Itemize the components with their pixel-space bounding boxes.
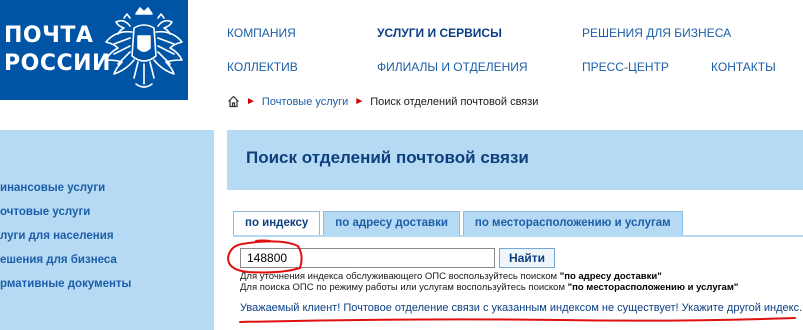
logo-line-1: ПОЧТА — [4, 23, 94, 48]
breadcrumb-current: Поиск отделений почтовой связи — [370, 95, 539, 108]
logo[interactable]: ПОЧТА РОССИИ — [0, 0, 188, 100]
sidebar-item-business[interactable]: ешения для бизнеса — [0, 254, 117, 266]
tabs-divider — [233, 235, 803, 237]
search-panel: Поиск отделений почтовой связи по индекс… — [227, 130, 803, 330]
logo-text: ПОЧТА РОССИИ — [4, 22, 111, 78]
index-input[interactable] — [240, 248, 495, 268]
breadcrumb-separator: ► — [354, 96, 365, 107]
sidebar-item-financial[interactable]: инансовые услуги — [0, 182, 105, 194]
nav-services[interactable]: УСЛУГИ И СЕРВИСЫ — [377, 26, 502, 40]
breadcrumb: ► Почтовые услуги ► Поиск отделений почт… — [227, 95, 538, 108]
nav-branches[interactable]: ФИЛИАЛЫ И ОТДЕЛЕНИЯ — [377, 60, 528, 74]
nav-company[interactable]: КОМПАНИЯ — [227, 26, 296, 40]
nav-contacts[interactable]: КОНТАКТЫ — [711, 60, 776, 74]
sidebar-item-documents[interactable]: рмативные документы — [0, 278, 131, 290]
hint-location: Для поиска ОПС по режиму работы или услу… — [240, 282, 738, 293]
error-message: Уважаемый клиент! Почтовое отделение свя… — [240, 302, 803, 314]
double-headed-eagle-emblem-icon — [105, 7, 183, 88]
hint-address-link[interactable]: "по адресу доставки" — [560, 271, 662, 282]
tab-by-index[interactable]: по индексу — [233, 211, 321, 235]
find-button[interactable]: Найти — [499, 248, 555, 268]
sidebar-item-postal[interactable]: очтовые услуги — [0, 206, 90, 218]
logo-line-2: РОССИИ — [4, 51, 111, 76]
panel-header: Поиск отделений почтовой связи — [227, 130, 803, 190]
breadcrumb-postal-services[interactable]: Почтовые услуги — [262, 96, 348, 108]
nav-press[interactable]: ПРЕСС-ЦЕНТР — [582, 60, 669, 74]
home-icon[interactable] — [227, 95, 240, 108]
hint-location-text: Для поиска ОПС по режиму работы или услу… — [240, 282, 568, 293]
hint-address: Для уточнения индекса обслуживающего ОПС… — [240, 271, 662, 282]
hint-address-text: Для уточнения индекса обслуживающего ОПС… — [240, 271, 560, 282]
sidebar-item-public-services[interactable]: луги для населения — [0, 230, 114, 242]
search-tabs: по индексу по адресу доставки по местора… — [233, 211, 686, 235]
nav-business[interactable]: РЕШЕНИЯ ДЛЯ БИЗНЕСА — [582, 26, 731, 40]
breadcrumb-separator: ► — [246, 96, 256, 107]
hint-location-link[interactable]: "по месторасположению и услугам" — [568, 282, 739, 293]
page-title: Поиск отделений почтовой связи — [246, 148, 529, 167]
sidebar: инансовые услуги очтовые услуги луги для… — [0, 130, 214, 330]
tab-by-location[interactable]: по месторасположению и услугам — [462, 211, 683, 235]
nav-team[interactable]: КОЛЛЕКТИВ — [227, 60, 298, 74]
tab-by-address[interactable]: по адресу доставки — [323, 211, 460, 235]
